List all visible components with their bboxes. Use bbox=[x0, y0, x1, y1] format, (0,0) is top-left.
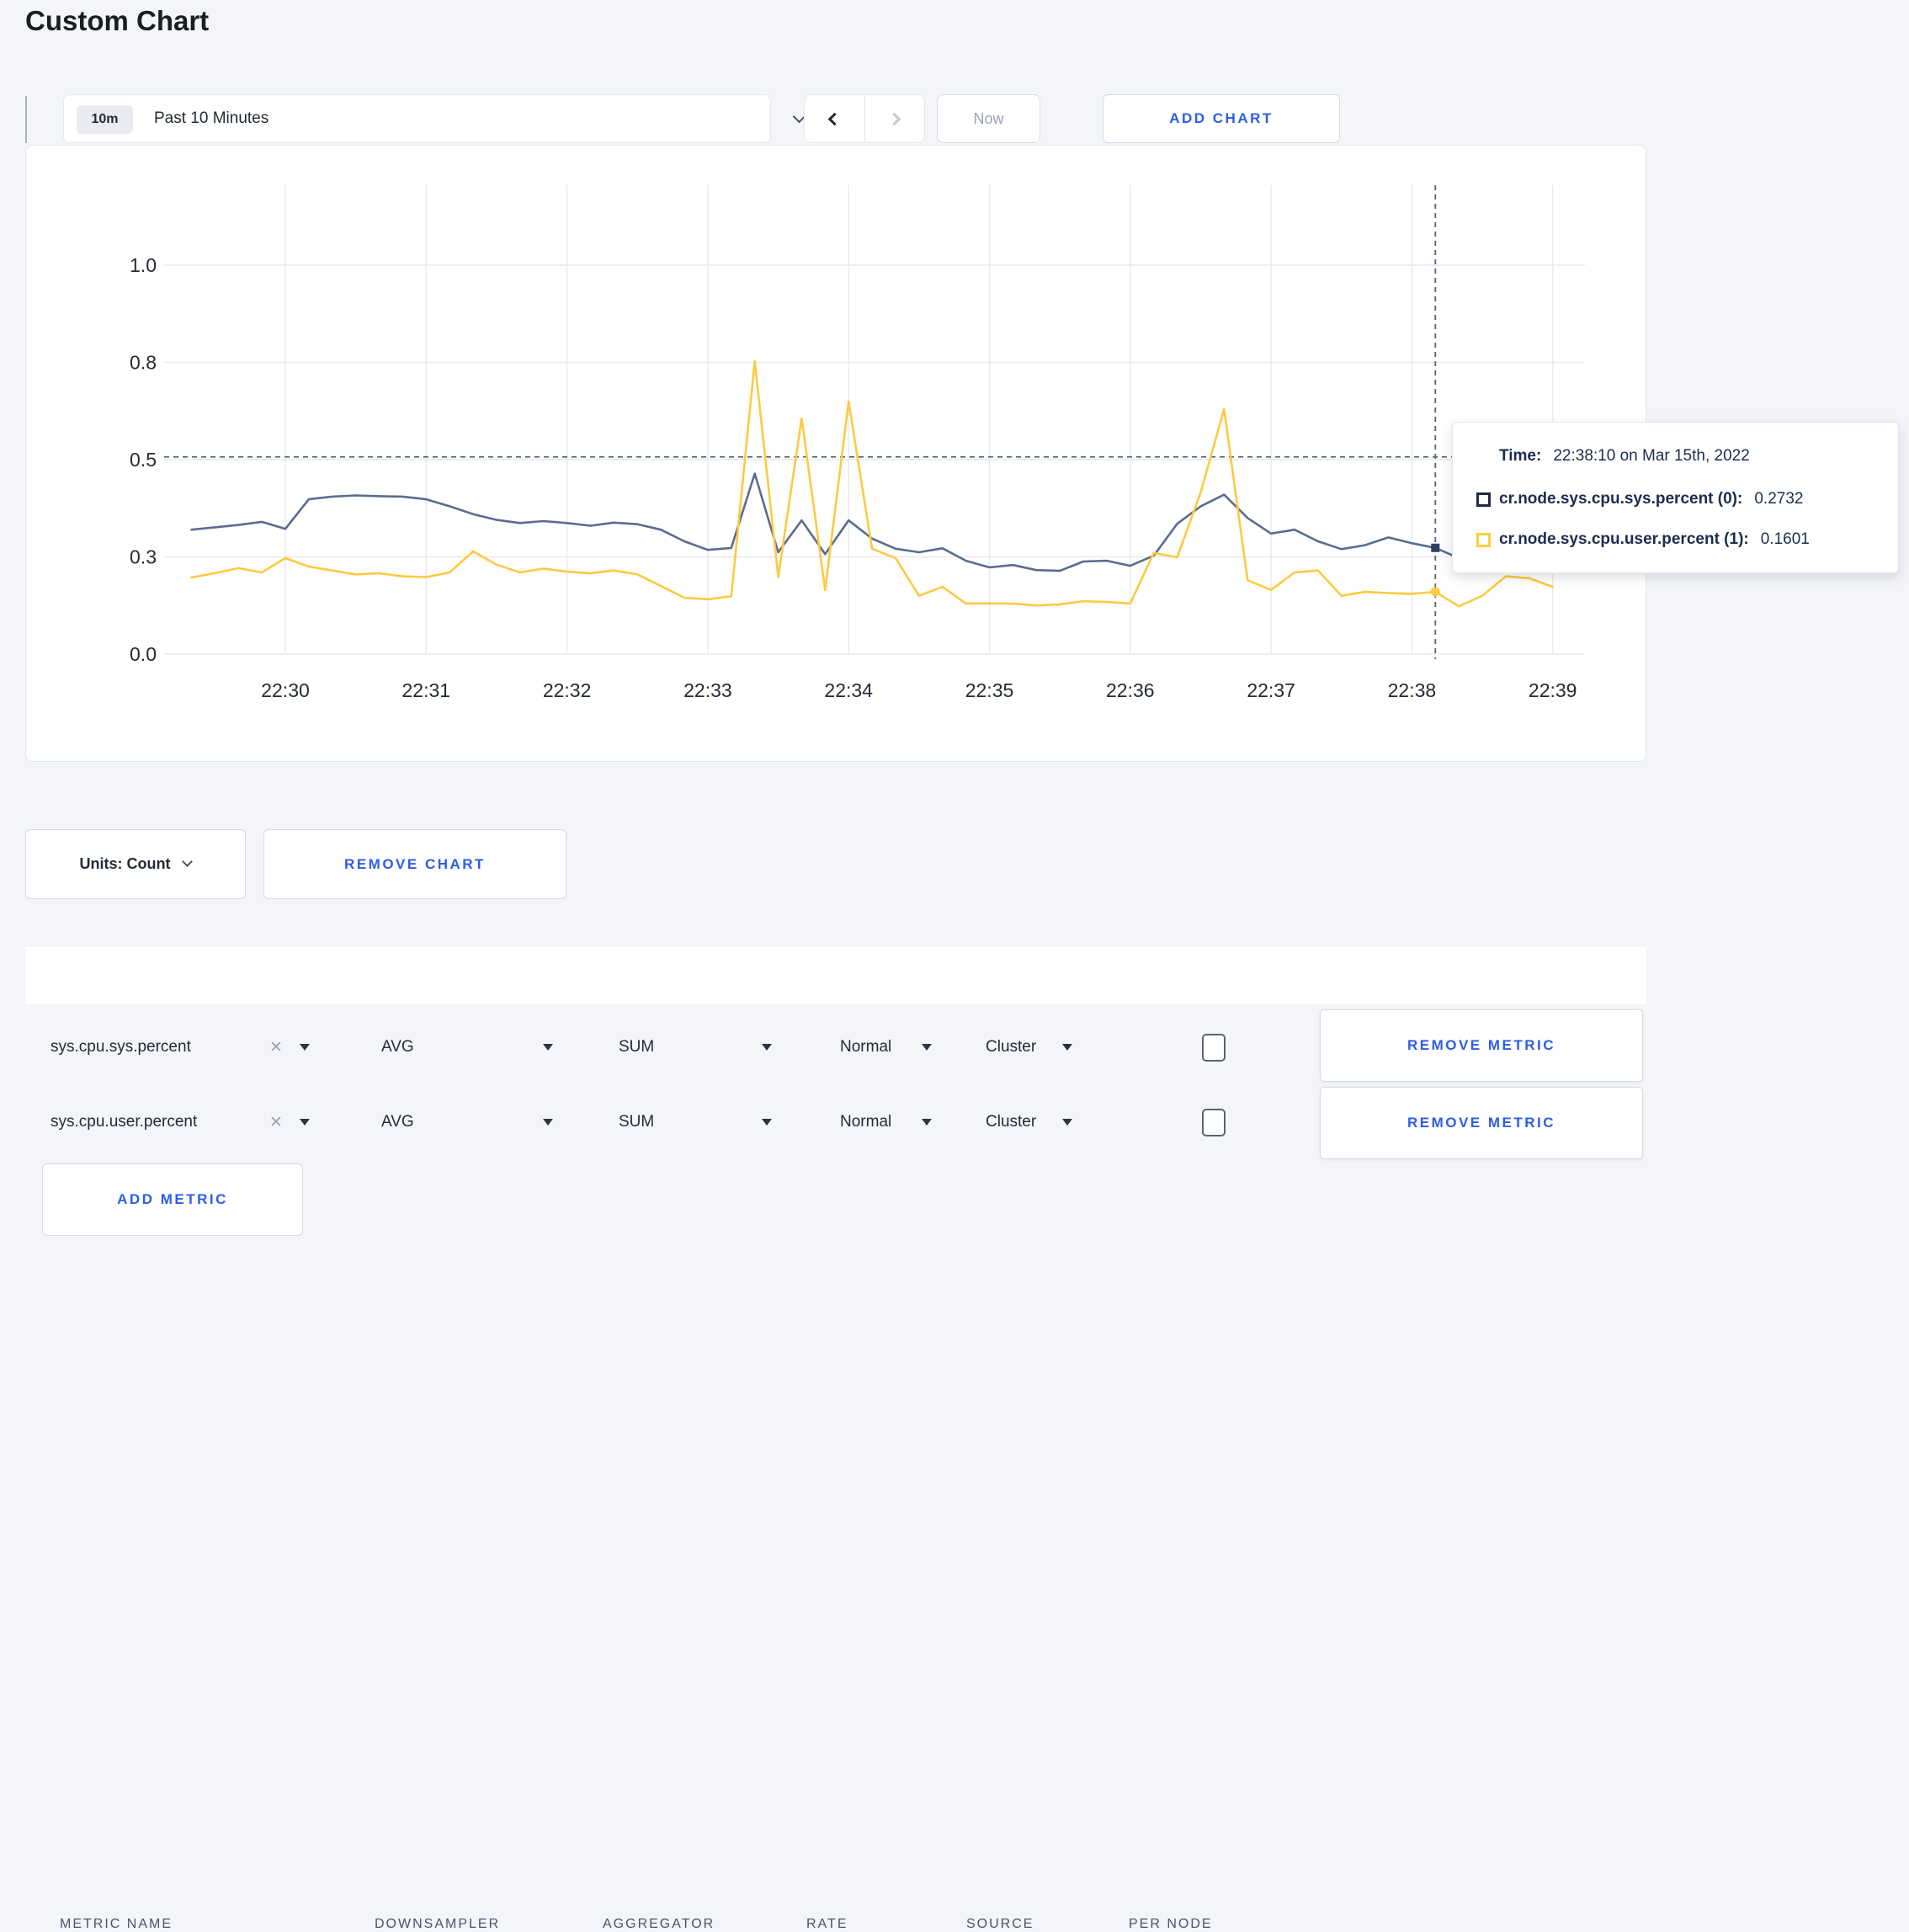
user-series-swatch-icon bbox=[1476, 532, 1491, 547]
col-header-metric-name: METRIC NAME bbox=[60, 1917, 173, 1931]
next-time-button[interactable] bbox=[865, 95, 925, 142]
aggregator-select[interactable]: SUM bbox=[619, 1113, 654, 1131]
time-range-badge: 10m bbox=[77, 105, 133, 134]
units-dropdown[interactable]: Units: Count bbox=[25, 829, 246, 899]
aggregator-select[interactable]: SUM bbox=[619, 1038, 654, 1056]
tooltip-time-value: 22:38:10 on Mar 15th, 2022 bbox=[1553, 447, 1750, 465]
add-metric-button[interactable]: ADD METRIC bbox=[42, 1163, 303, 1236]
rate-select[interactable]: Normal bbox=[840, 1113, 891, 1131]
chart-tooltip: Time: 22:38:10 on Mar 15th, 2022 cr.node… bbox=[1452, 422, 1899, 573]
downsampler-caret-icon[interactable] bbox=[543, 1044, 553, 1051]
time-range-dropdown[interactable]: 10m Past 10 Minutes bbox=[63, 94, 806, 143]
tooltip-sys-label: cr.node.sys.cpu.sys.percent (0): bbox=[1499, 490, 1743, 508]
metric-select-caret-icon[interactable] bbox=[300, 1044, 310, 1051]
tooltip-user-value: 0.1601 bbox=[1760, 530, 1810, 548]
custom-chart-page: Custom Chart 10m Past 10 Minutes Now ADD… bbox=[0, 0, 1909, 1931]
chart-plot-area[interactable] bbox=[164, 184, 1587, 657]
tooltip-user-label: cr.node.sys.cpu.user.percent (1): bbox=[1499, 530, 1749, 548]
remove-metric-button[interactable]: REMOVE METRIC bbox=[1320, 1009, 1643, 1082]
remove-chart-button[interactable]: REMOVE CHART bbox=[263, 829, 566, 899]
tooltip-time-row: Time: 22:38:10 on Mar 15th, 2022 bbox=[1499, 447, 1750, 466]
source-select[interactable]: Cluster bbox=[986, 1113, 1036, 1131]
downsampler-select[interactable]: AVG bbox=[381, 1038, 414, 1056]
clear-metric-x-icon[interactable]: ✕ bbox=[269, 1113, 283, 1132]
tooltip-series-row: cr.node.sys.cpu.user.percent (1): 0.1601 bbox=[1476, 530, 1810, 549]
tooltip-sys-value: 0.2732 bbox=[1754, 490, 1804, 508]
rate-select[interactable]: Normal bbox=[840, 1038, 891, 1056]
now-button[interactable]: Now bbox=[937, 94, 1040, 143]
aggregator-caret-icon[interactable] bbox=[762, 1119, 772, 1126]
tooltip-time-label: Time: bbox=[1499, 447, 1542, 465]
prev-time-button[interactable] bbox=[805, 95, 864, 142]
units-label: Units: Count bbox=[79, 855, 171, 872]
add-chart-button[interactable]: ADD CHART bbox=[1103, 94, 1340, 143]
rate-caret-icon[interactable] bbox=[922, 1044, 932, 1051]
sys-series-swatch-icon bbox=[1476, 492, 1491, 507]
per-node-checkbox[interactable] bbox=[1202, 1109, 1226, 1136]
rate-caret-icon[interactable] bbox=[922, 1119, 932, 1126]
col-header-source: SOURCE bbox=[966, 1917, 1034, 1931]
aggregator-caret-icon[interactable] bbox=[762, 1044, 772, 1051]
col-header-aggregator: AGGREGATOR bbox=[603, 1917, 715, 1931]
source-caret-icon[interactable] bbox=[1062, 1044, 1072, 1051]
metric-select-caret-icon[interactable] bbox=[300, 1119, 310, 1126]
metrics-table-header: METRIC NAME DOWNSAMPLER AGGREGATOR RATE … bbox=[25, 947, 1646, 1931]
tooltip-series-row: cr.node.sys.cpu.sys.percent (0): 0.2732 bbox=[1476, 490, 1803, 508]
source-select[interactable]: Cluster bbox=[986, 1038, 1036, 1056]
toolbar-left-divider bbox=[25, 96, 27, 143]
time-window-arrows bbox=[804, 94, 925, 143]
col-header-per-node: PER NODE bbox=[1129, 1917, 1213, 1931]
col-header-rate: RATE bbox=[806, 1917, 848, 1931]
remove-metric-button[interactable]: REMOVE METRIC bbox=[1320, 1087, 1643, 1159]
clear-metric-x-icon[interactable]: ✕ bbox=[269, 1038, 283, 1057]
time-range-label: Past 10 Minutes bbox=[154, 109, 269, 127]
source-caret-icon[interactable] bbox=[1062, 1119, 1072, 1126]
chevron-right-icon bbox=[887, 112, 901, 125]
col-header-downsampler: DOWNSAMPLER bbox=[375, 1917, 501, 1931]
downsampler-select[interactable]: AVG bbox=[381, 1113, 414, 1131]
chevron-down-icon bbox=[182, 856, 194, 867]
chevron-left-icon bbox=[827, 112, 842, 125]
per-node-checkbox[interactable] bbox=[1202, 1034, 1226, 1062]
page-title: Custom Chart bbox=[25, 5, 210, 36]
metric-name-value: sys.cpu.user.percent bbox=[51, 1113, 198, 1131]
metric-name-value: sys.cpu.sys.percent bbox=[51, 1038, 191, 1056]
downsampler-caret-icon[interactable] bbox=[543, 1119, 553, 1126]
